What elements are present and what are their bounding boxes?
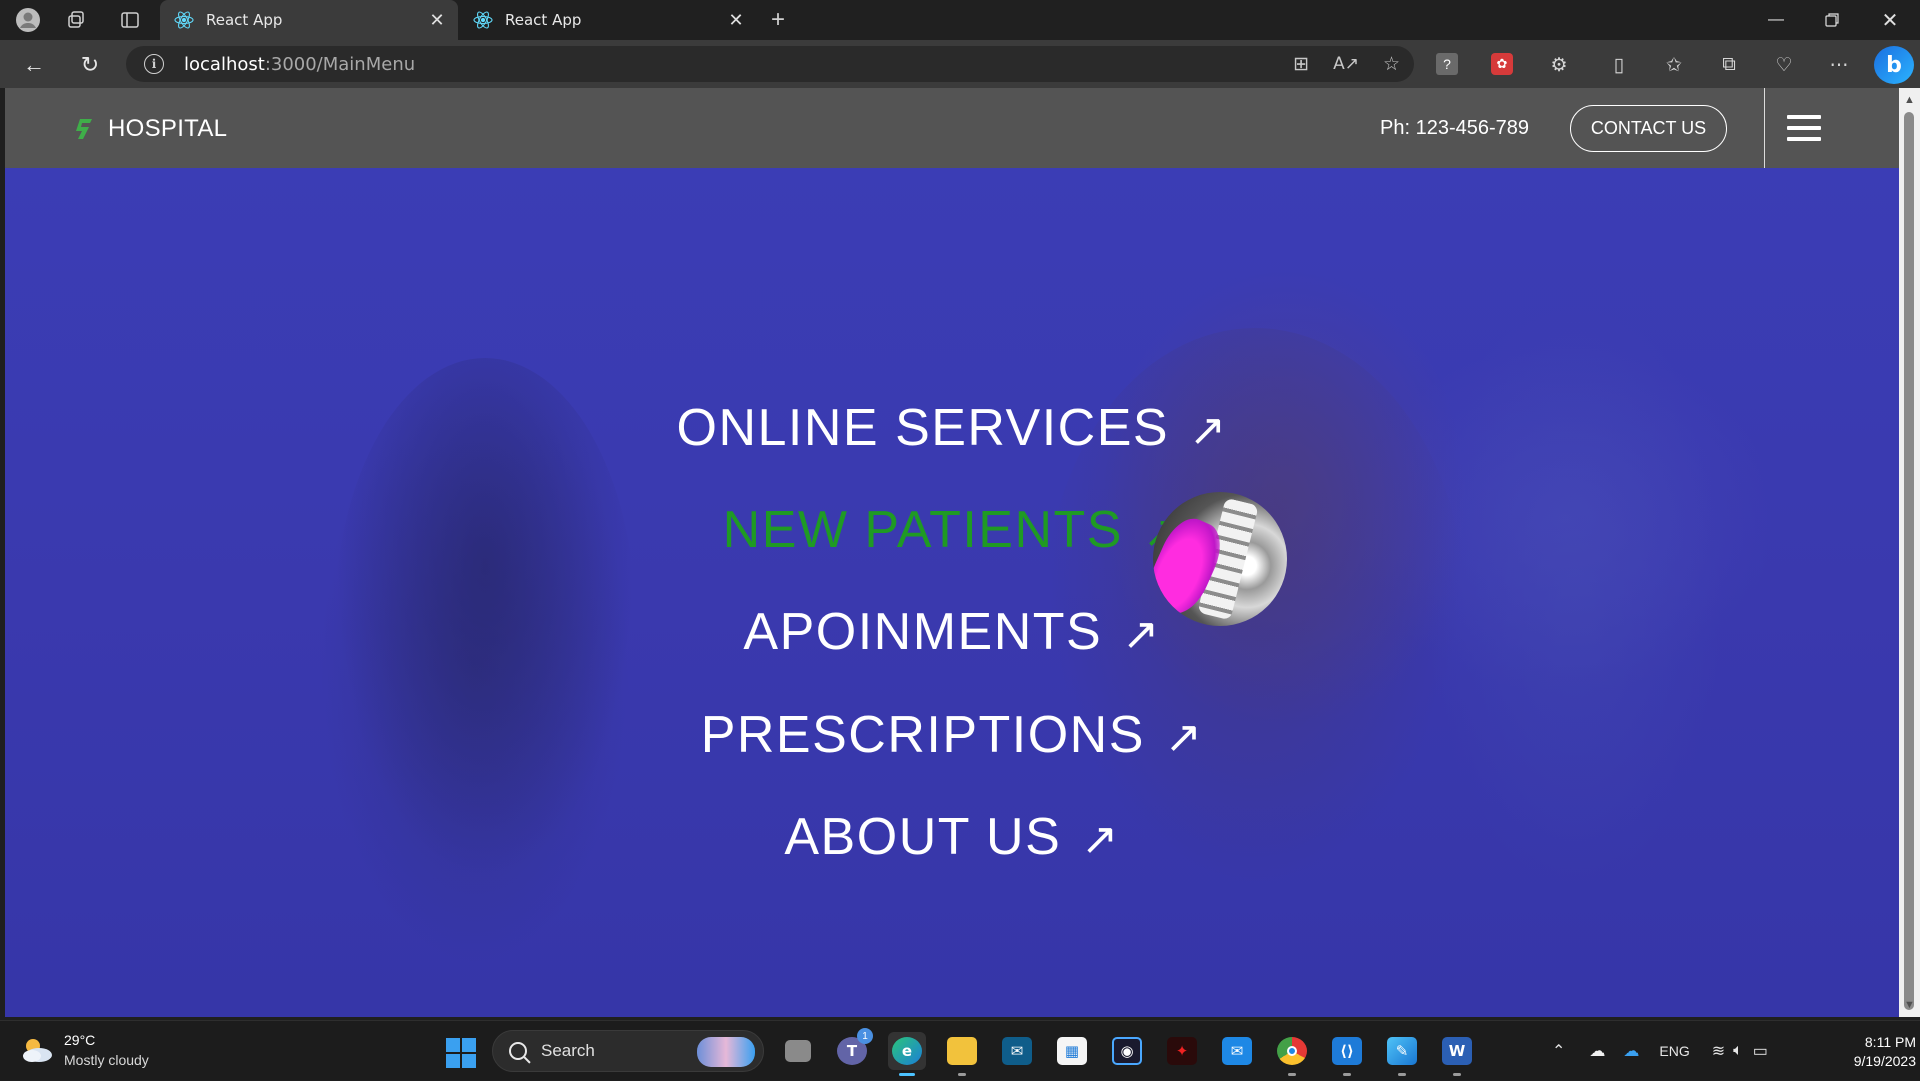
scroll-up-icon[interactable]: ▲: [1903, 94, 1916, 108]
split-screen-icon[interactable]: ▯: [1606, 52, 1632, 78]
menu-item-about-us[interactable]: ABOUT US ↗: [5, 807, 1899, 867]
close-icon[interactable]: ✕: [424, 10, 450, 31]
close-window-icon[interactable]: ✕: [1862, 0, 1918, 40]
arrow-up-right-icon: ↗: [1189, 406, 1228, 455]
task-view-icon[interactable]: [779, 1032, 817, 1070]
outlook-mail-icon[interactable]: ✉: [1218, 1032, 1256, 1070]
hover-preview-image: [1153, 492, 1287, 626]
react-icon: [174, 11, 194, 29]
search-highlight-image: [697, 1037, 755, 1067]
collections-icon[interactable]: ⧉: [1716, 52, 1742, 78]
minimize-icon[interactable]: —: [1748, 0, 1804, 40]
file-explorer-icon[interactable]: [943, 1032, 981, 1076]
back-icon[interactable]: ←: [18, 49, 50, 81]
workspaces-icon[interactable]: [62, 6, 90, 34]
vscode-icon[interactable]: ⟨⟩: [1328, 1032, 1366, 1076]
page-scrollbar[interactable]: ▲ ▼: [1899, 88, 1920, 1017]
tab-react-app-1[interactable]: React App ✕: [160, 0, 458, 40]
close-icon[interactable]: ✕: [723, 10, 749, 31]
windows-start-icon[interactable]: [446, 1038, 476, 1068]
browser-tab-bar: React App ✕ React App ✕ + — ✕: [0, 0, 1920, 40]
chrome-icon[interactable]: [1273, 1032, 1311, 1076]
microsoft-store-icon[interactable]: ▦: [1053, 1032, 1091, 1070]
page-viewport: HOSPITAL Ph: 123-456-789 CONTACT US ONLI…: [5, 88, 1899, 1017]
menu-item-new-patients[interactable]: NEW PATIENTS↗: [5, 500, 1899, 560]
info-icon[interactable]: i: [144, 54, 164, 74]
tab-title: React App: [206, 11, 283, 29]
scroll-thumb[interactable]: [1904, 112, 1914, 1010]
arrow-up-right-icon: ↗: [1081, 815, 1120, 864]
weather-temperature: 29°C: [64, 1032, 96, 1048]
health-icon[interactable]: ♡: [1771, 52, 1797, 78]
phone-number: Ph: 123-456-789: [1380, 117, 1530, 139]
word-icon[interactable]: W: [1438, 1032, 1476, 1076]
menu-item-online-services[interactable]: ONLINE SERVICES ↗: [5, 398, 1899, 458]
hamburger-icon[interactable]: [1787, 115, 1821, 141]
site-header: HOSPITAL Ph: 123-456-789 CONTACT US: [5, 88, 1899, 168]
restore-icon[interactable]: [1804, 0, 1860, 40]
react-icon: [473, 11, 493, 29]
language-indicator[interactable]: ENG: [1659, 1043, 1689, 1059]
url-text: localhost:3000/MainMenu: [184, 53, 416, 75]
logo-icon: [76, 119, 92, 139]
search-icon: [509, 1042, 527, 1060]
browser-address-bar: ← ↻ i localhost:3000/MainMenu ⊞ A↗ ☆ ? ✿…: [0, 40, 1920, 88]
favorites-icon[interactable]: ✩: [1661, 52, 1687, 78]
clock-time: 8:11 PM: [1864, 1034, 1916, 1050]
mail-app-icon[interactable]: ✉: [998, 1032, 1036, 1070]
url-action-icons: ⊞ A↗ ☆: [1293, 46, 1400, 82]
refresh-icon[interactable]: ↻: [74, 49, 106, 81]
tab-react-app-2[interactable]: React App ✕: [459, 0, 757, 40]
taskbar-search[interactable]: Search: [492, 1030, 764, 1072]
clock-date: 9/19/2023: [1853, 1053, 1916, 1069]
menu-item-appointments[interactable]: APOINMENTS ↗: [5, 602, 1899, 662]
favorite-star-icon[interactable]: ☆: [1383, 53, 1400, 76]
red-extension-icon[interactable]: ✿: [1491, 53, 1513, 75]
arrow-up-right-icon: ↗: [1122, 610, 1161, 659]
hero-section: ONLINE SERVICES↗ NEW PATIENTS↗ APOINMENT…: [5, 168, 1899, 1017]
volume-icon[interactable]: 🔈︎: [1733, 1042, 1743, 1060]
chevron-up-icon[interactable]: ⌃: [1552, 1041, 1565, 1061]
weather-icon[interactable]: [20, 1035, 54, 1065]
windows-taskbar: 29°C Mostly cloudy Search T1 e ✉ ▦ ◉ ✦ ✉…: [0, 1020, 1920, 1080]
wifi-icon[interactable]: ≋: [1712, 1041, 1725, 1061]
onedrive-icon[interactable]: ☁: [1589, 1041, 1605, 1061]
onedrive-business-icon[interactable]: ☁: [1623, 1041, 1639, 1061]
contact-us-button[interactable]: CONTACT US: [1570, 105, 1727, 152]
app-available-icon[interactable]: ⊞: [1293, 53, 1309, 76]
header-divider: [1764, 88, 1765, 168]
edge-browser-icon[interactable]: e: [888, 1032, 926, 1076]
system-tray: ⌃ ☁ ☁ ENG ≋ 🔈︎ ▭: [1552, 1021, 1768, 1081]
new-tab-icon[interactable]: +: [764, 6, 792, 34]
search-label: Search: [541, 1041, 595, 1060]
logo-text[interactable]: HOSPITAL: [108, 115, 227, 143]
extensions-icon[interactable]: ⚙: [1546, 52, 1572, 78]
media-player-icon[interactable]: ◉: [1108, 1032, 1146, 1070]
bing-icon[interactable]: b: [1874, 46, 1914, 84]
system-clock[interactable]: 8:11 PM 9/19/2023: [1824, 1033, 1916, 1071]
read-aloud-icon[interactable]: A↗: [1333, 54, 1359, 74]
tab-title: React App: [505, 11, 582, 29]
menu-item-prescriptions[interactable]: PRESCRIPTIONS ↗: [5, 705, 1899, 765]
weather-description: Mostly cloudy: [64, 1052, 149, 1068]
red-app-icon[interactable]: ✦: [1163, 1032, 1201, 1070]
profile-icon[interactable]: [14, 6, 42, 34]
tab-actions-icon[interactable]: [116, 6, 144, 34]
paint-app-icon[interactable]: ✎: [1383, 1032, 1421, 1076]
teams-badge: 1: [857, 1028, 873, 1044]
more-icon[interactable]: ⋯: [1826, 52, 1852, 78]
battery-icon[interactable]: ▭: [1753, 1041, 1768, 1061]
help-extension-icon[interactable]: ?: [1436, 53, 1458, 75]
main-menu: ONLINE SERVICES↗ NEW PATIENTS↗ APOINMENT…: [5, 168, 1899, 1017]
teams-chat-icon[interactable]: T1: [833, 1028, 873, 1070]
arrow-up-right-icon: ↗: [1164, 713, 1204, 762]
url-field[interactable]: i localhost:3000/MainMenu ⊞ A↗ ☆: [126, 46, 1414, 82]
scroll-down-icon[interactable]: ▼: [1903, 999, 1916, 1013]
